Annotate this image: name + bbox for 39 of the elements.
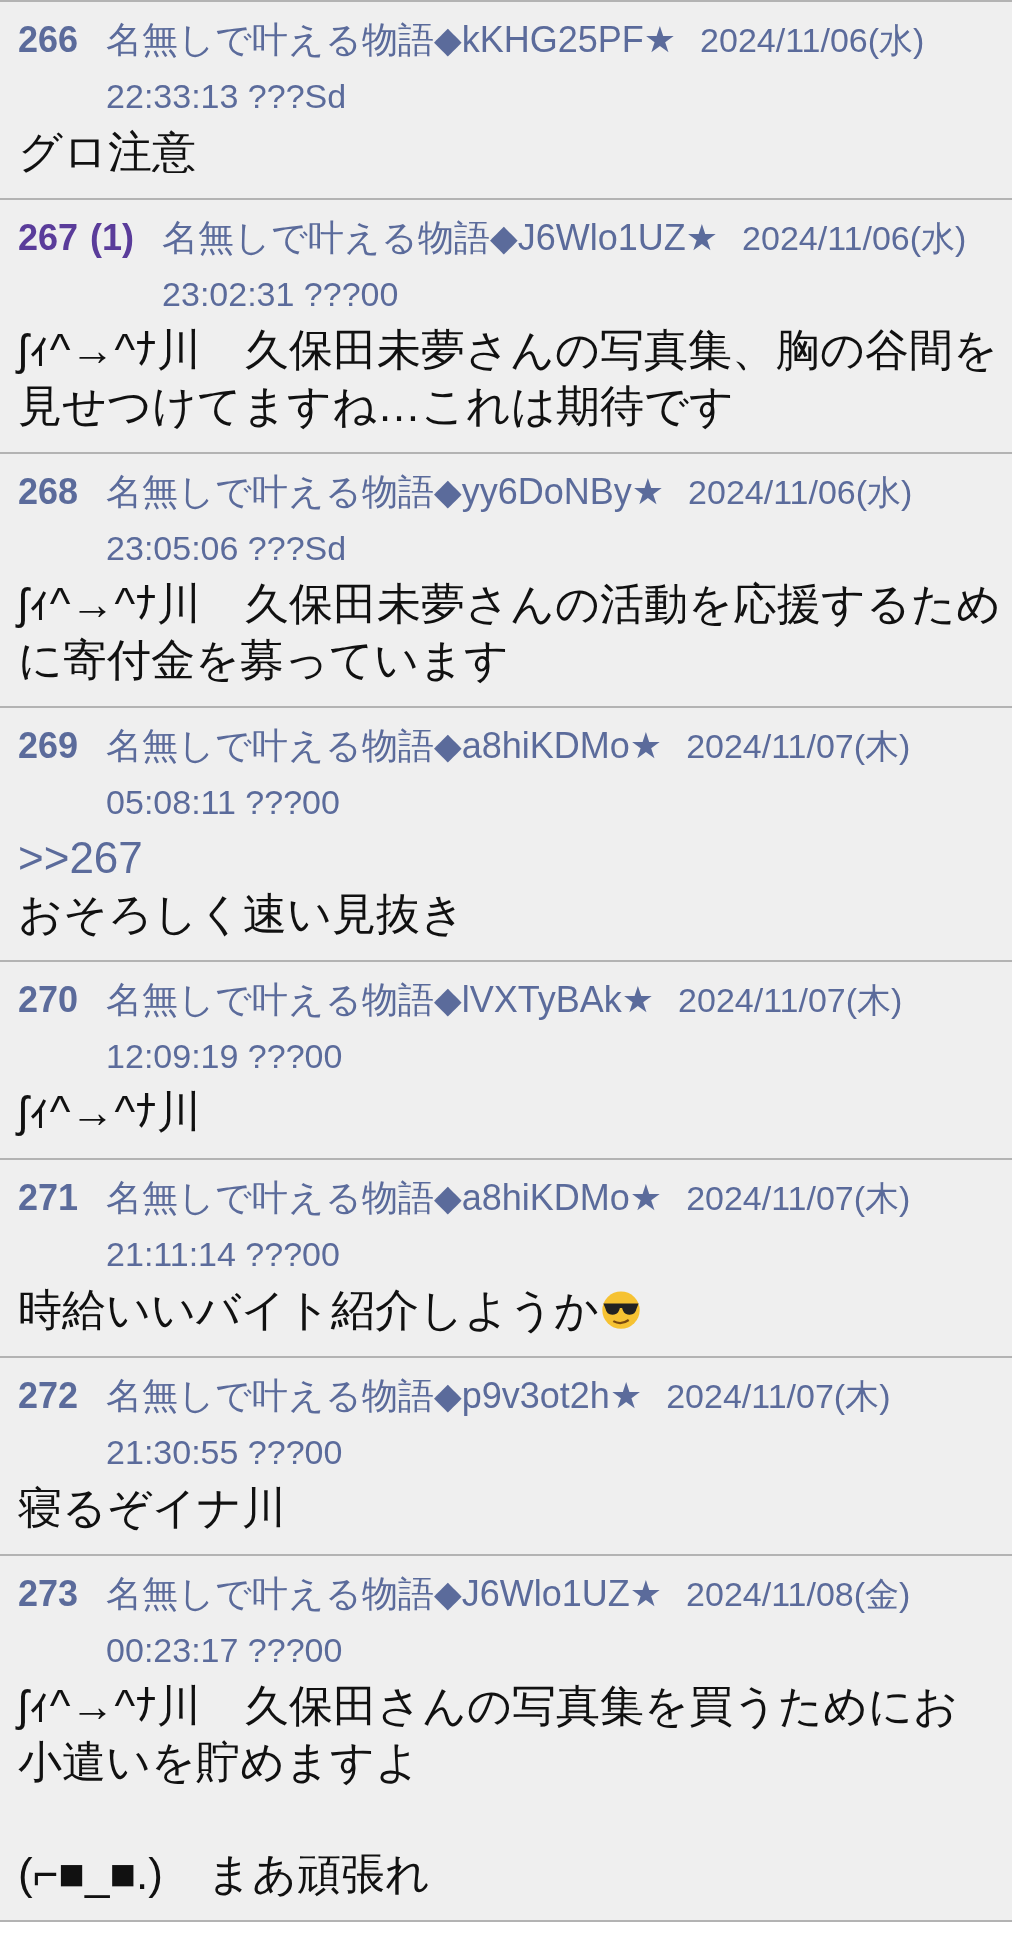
post-number[interactable]: 267 — [18, 210, 79, 322]
post-date: 2024/11/07(木) — [686, 726, 911, 767]
post-date: 2024/11/07(木) — [686, 1178, 911, 1219]
reply-link[interactable]: >>267 — [18, 833, 143, 882]
post-date: 2024/11/08(金) — [686, 1574, 911, 1615]
post-time: 22:33:13 ???Sd — [106, 76, 347, 117]
poster-name: 名無しで叶える物語◆yy6DoNBy★ — [106, 470, 665, 514]
post-time: 12:09:19 ???00 — [106, 1036, 343, 1077]
poster-name: 名無しで叶える物語◆lVXTyBAk★ — [106, 978, 655, 1022]
post-number[interactable]: 268 — [18, 464, 79, 576]
post-date: 2024/11/06(水) — [700, 20, 925, 61]
post-text: グロ注意 — [18, 127, 196, 176]
post-text: おそろしく速い見抜き — [18, 889, 465, 938]
post-time: 21:11:14 ???00 — [106, 1234, 340, 1275]
post-number[interactable]: 270 — [18, 972, 79, 1084]
post-text: 寝るぞイナ川 — [18, 1483, 286, 1532]
poster-name: 名無しで叶える物語◆J6Wlo1UZ★ — [162, 216, 719, 260]
reply-count[interactable]: (1) — [90, 210, 135, 322]
poster-name: 名無しで叶える物語◆p9v3ot2h★ — [106, 1374, 643, 1418]
post-date: 2024/11/07(木) — [678, 980, 903, 1021]
post-number[interactable]: 271 — [18, 1170, 79, 1282]
poster-name: 名無しで叶える物語◆J6Wlo1UZ★ — [106, 1572, 663, 1616]
poster-name: 名無しで叶える物語◆kKHG25PF★ — [106, 18, 677, 62]
post-date: 2024/11/07(木) — [666, 1376, 891, 1417]
post-number[interactable]: 269 — [18, 718, 79, 830]
poster-name: 名無しで叶える物語◆a8hiKDMo★ — [106, 1176, 663, 1220]
post-time: 21:30:55 ???00 — [106, 1432, 343, 1473]
post-date: 2024/11/06(水) — [742, 218, 967, 259]
post-number[interactable]: 273 — [18, 1566, 79, 1678]
post-number[interactable]: 272 — [18, 1368, 79, 1480]
post-number[interactable]: 266 — [18, 12, 79, 124]
post-text: (⌐■_■.) まあ頑張れ — [18, 1849, 430, 1898]
post-text: 時給いいバイト紹介しようか — [18, 1285, 599, 1334]
post-time: 23:05:06 ???Sd — [106, 528, 347, 569]
post-time: 23:02:31 ???00 — [162, 274, 399, 315]
post-time: 00:23:17 ???00 — [106, 1630, 343, 1671]
post-date: 2024/11/06(水) — [688, 472, 913, 513]
post-time: 05:08:11 ???00 — [106, 782, 340, 823]
poster-name: 名無しで叶える物語◆a8hiKDMo★ — [106, 724, 663, 768]
